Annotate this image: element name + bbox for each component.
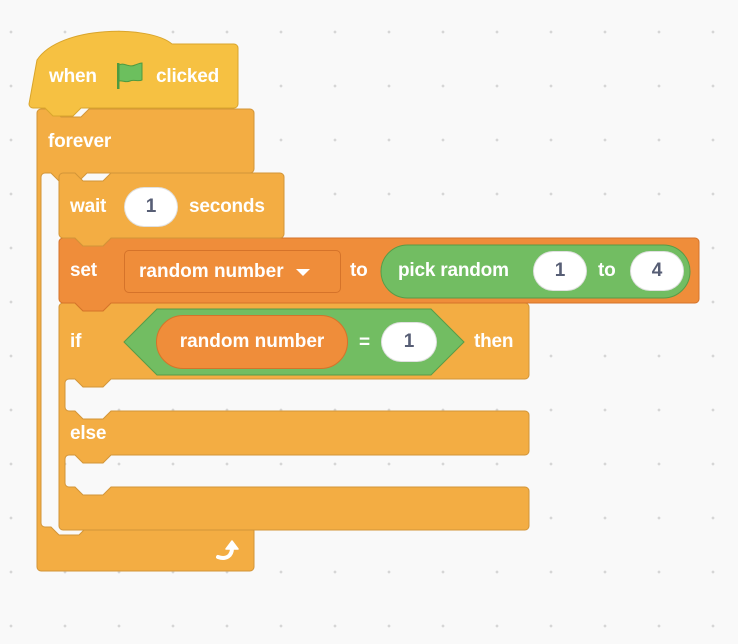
set-label: set (70, 260, 97, 281)
hat-label-when: when (49, 66, 97, 87)
seconds-label: seconds (189, 196, 265, 217)
set-to-label: to (350, 260, 368, 281)
variable-dropdown[interactable]: random number (124, 250, 341, 293)
script-canvas (28, 30, 700, 572)
variable-dropdown-value: random number (139, 260, 284, 282)
random-number-variable-reporter[interactable]: random number (156, 315, 348, 369)
random-to-label: to (598, 260, 616, 281)
wait-seconds-input[interactable]: 1 (124, 187, 178, 227)
pick-random-label: pick random (398, 260, 509, 281)
dropdown-arrow-icon (295, 269, 310, 276)
forever-label: forever (48, 131, 112, 152)
else-label: else (70, 423, 107, 444)
wait-label: wait (70, 196, 107, 217)
equals-operator-symbol: = (359, 332, 370, 353)
random-from-input[interactable]: 1 (533, 251, 587, 291)
if-label: if (70, 331, 82, 352)
equals-right-input[interactable]: 1 (381, 322, 437, 362)
hat-label-clicked: clicked (156, 66, 220, 87)
then-label: then (474, 331, 514, 352)
random-to-input[interactable]: 4 (630, 251, 684, 291)
